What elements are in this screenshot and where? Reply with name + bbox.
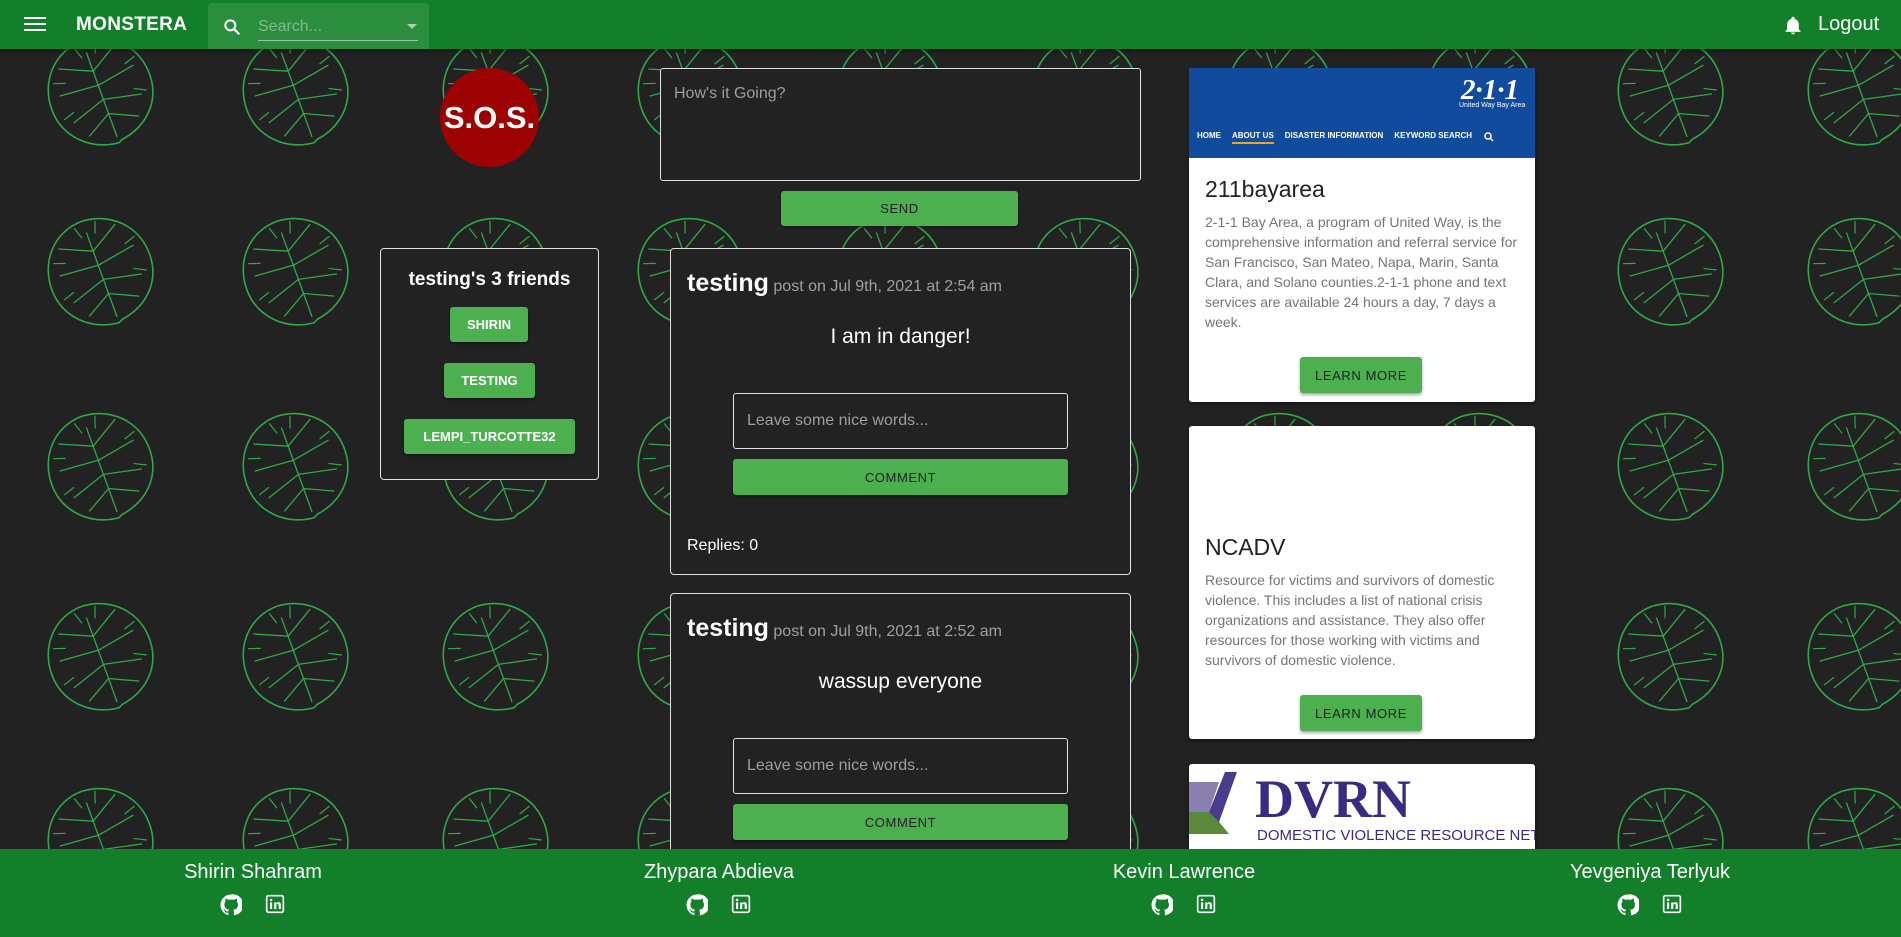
banner-nav-item: KEYWORD SEARCH	[1394, 131, 1473, 140]
send-button[interactable]: SEND	[781, 191, 1018, 226]
dvrn-logo-text: DVRN	[1255, 769, 1411, 829]
team-member: Shirin Shahram	[123, 861, 383, 916]
brand-title[interactable]: MONSTERA	[76, 14, 187, 36]
member-name: Zhypara Abdieva	[643, 861, 795, 883]
member-name: Shirin Shahram	[184, 861, 322, 883]
footer: Shirin Shahram Zhypara Abdieva Kevin Law…	[0, 849, 1901, 937]
leaf-icon	[1792, 202, 1901, 342]
banner-nav-item: DISASTER INFORMATION	[1284, 131, 1384, 140]
comment-button[interactable]: COMMENT	[733, 804, 1068, 840]
leaf-icon	[1792, 587, 1901, 727]
friend-button-lempi-turcotte32[interactable]: LEMPI_TURCOTTE32	[404, 419, 575, 454]
leaf-icon	[1602, 202, 1739, 342]
resource-description: Resource for victims and survivors of do…	[1205, 572, 1495, 668]
leaf-icon	[32, 587, 169, 727]
resource-card-ncadv: NCADV Resource for victims and survivors…	[1189, 426, 1535, 739]
friend-button-testing[interactable]: TESTING	[444, 363, 535, 398]
leaf-icon	[1792, 397, 1901, 537]
team-member: Kevin Lawrence	[1054, 861, 1314, 916]
leaf-icon	[1602, 397, 1739, 537]
member-name: Yevgeniya Terlyuk	[1569, 861, 1731, 883]
friends-card: testing's 3 friends SHIRIN TESTING LEMPI…	[380, 248, 599, 480]
github-icon[interactable]	[220, 894, 244, 916]
leaf-icon	[227, 202, 364, 342]
dvrn-logo-icon	[1189, 772, 1237, 834]
dropdown-arrow-icon[interactable]	[407, 24, 417, 29]
post-timestamp: post on Jul 9th, 2021 at 2:54 am	[773, 278, 1003, 295]
resource-card-dvrn: DVRN DOMESTIC VIOLENCE RESOURCE NETWORK	[1189, 764, 1535, 854]
post-body: I am in danger!	[830, 325, 971, 348]
post-composer	[660, 68, 1141, 181]
leaf-icon	[227, 397, 364, 537]
resource-card-211bayarea: 2·1·1 United Way Bay Area HOME ABOUT US …	[1189, 68, 1535, 402]
leaf-icon	[32, 397, 169, 537]
leaf-icon	[227, 587, 364, 727]
logo-211-sub: United Way Bay Area	[1459, 102, 1526, 109]
banner-search-icon	[1484, 132, 1494, 142]
friend-button-shirin[interactable]: SHIRIN	[450, 307, 528, 342]
resource-title: NCADV	[1205, 534, 1286, 560]
github-icon[interactable]	[686, 894, 710, 916]
linkedin-icon[interactable]	[730, 894, 752, 916]
logout-button[interactable]: Logout	[1818, 13, 1879, 36]
search-icon	[224, 19, 240, 35]
comment-input[interactable]	[733, 738, 1068, 794]
sos-button[interactable]: S.O.S.	[440, 68, 539, 167]
replies-count[interactable]: Replies: 0	[687, 537, 758, 555]
github-icon[interactable]	[1151, 894, 1175, 916]
post-input[interactable]	[661, 69, 1140, 180]
post-author[interactable]: testing	[687, 614, 769, 642]
top-app-bar: MONSTERA Logout	[0, 0, 1901, 49]
resource-description: 2-1-1 Bay Area, a program of United Way,…	[1205, 214, 1518, 330]
post-header: testing post on Jul 9th, 2021 at 2:54 am	[687, 269, 1002, 298]
leaf-icon	[1602, 587, 1739, 727]
comment-input[interactable]	[733, 393, 1068, 449]
team-member: Yevgeniya Terlyuk	[1520, 861, 1780, 916]
learn-more-button[interactable]: LEARN MORE	[1300, 695, 1422, 731]
banner-nav-item: ABOUT US	[1232, 131, 1274, 144]
post-author[interactable]: testing	[687, 269, 769, 297]
bell-icon[interactable]	[1783, 15, 1803, 37]
banner-nav: HOME ABOUT US DISASTER INFORMATION KEYWO…	[1197, 131, 1495, 144]
banner-nav-item: HOME	[1197, 131, 1221, 140]
post-card: testing post on Jul 9th, 2021 at 2:52 am…	[670, 593, 1131, 873]
team-member: Zhypara Abdieva	[589, 861, 849, 916]
friends-title: testing's 3 friends	[408, 269, 571, 290]
post-header: testing post on Jul 9th, 2021 at 2:52 am	[687, 614, 1002, 643]
dvrn-logo-sub: DOMESTIC VIOLENCE RESOURCE NETWORK	[1257, 827, 1535, 844]
hamburger-menu-icon[interactable]	[24, 14, 46, 34]
search-input[interactable]	[258, 13, 418, 41]
learn-more-button[interactable]: LEARN MORE	[1300, 357, 1422, 393]
resource-banner-image: 2·1·1 United Way Bay Area HOME ABOUT US …	[1189, 68, 1535, 158]
linkedin-icon[interactable]	[1661, 894, 1683, 916]
post-body: wassup everyone	[818, 670, 983, 693]
linkedin-icon[interactable]	[264, 894, 286, 916]
member-name: Kevin Lawrence	[1112, 861, 1256, 883]
post-card: testing post on Jul 9th, 2021 at 2:54 am…	[670, 248, 1131, 575]
comment-button[interactable]: COMMENT	[733, 459, 1068, 495]
leaf-icon	[32, 202, 169, 342]
linkedin-icon[interactable]	[1195, 894, 1217, 916]
github-icon[interactable]	[1617, 894, 1641, 916]
resource-title: 211bayarea	[1205, 176, 1325, 202]
post-timestamp: post on Jul 9th, 2021 at 2:52 am	[773, 623, 1003, 640]
search-field[interactable]	[208, 3, 429, 49]
leaf-icon	[427, 587, 564, 727]
